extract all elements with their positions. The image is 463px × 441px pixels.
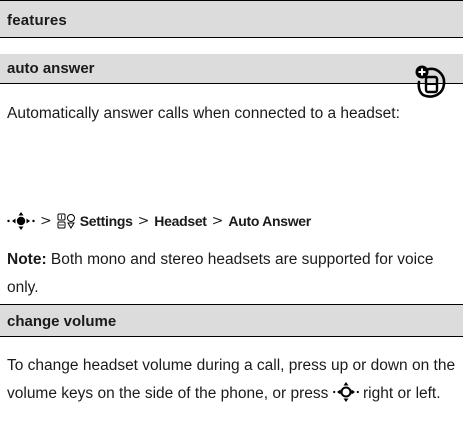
section-header-auto-answer: auto answer [0,54,463,84]
table-header: features [0,0,463,38]
note-text: Both mono and stereo headsets are suppor… [7,251,434,296]
table-header-title: features [7,12,67,29]
change-volume-text-end: right or left. [363,385,441,402]
change-volume-description: To change headset volume during a call, … [7,352,462,408]
path-separator: > [211,213,224,229]
section-title: auto answer [7,60,95,77]
section-header-change-volume: change volume [0,304,463,337]
path-step-auto-answer: Auto Answer [228,213,311,229]
note-label: Note: [7,251,47,268]
path-step-settings: Settings [79,213,133,229]
section-title: change volume [7,313,117,330]
nav-key-up-down-icon [332,382,359,402]
nav-key-center-icon [7,212,35,230]
settings-icon [57,213,75,229]
headset-feature-icon [415,65,446,98]
menu-path: > Settings > Headset > Auto Answer [7,207,311,235]
path-step-headset: Headset [154,213,207,229]
path-separator: > [40,213,52,229]
note: Note: Both mono and stereo headsets are … [7,246,437,302]
auto-answer-description: Automatically answer calls when connecte… [7,105,400,122]
path-separator: > [137,213,150,229]
